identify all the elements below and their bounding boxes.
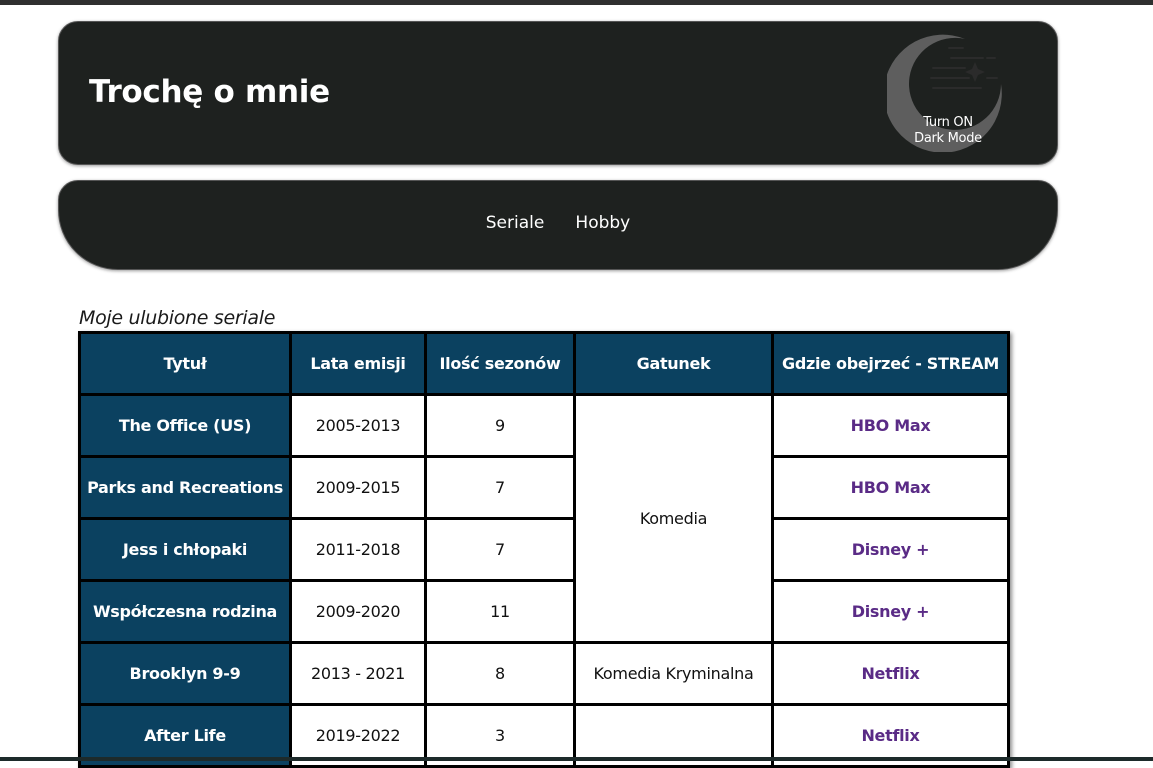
table-row: Współczesna rodzina 2009-2020 11 Disney … [78, 579, 1010, 644]
stream-cell: HBO Max [771, 455, 1010, 520]
table-header-row: Tytuł Lata emisji Ilość sezonów Gatunek … [78, 331, 1010, 396]
series-years: 2013 - 2021 [289, 641, 427, 706]
browser-top-strip [0, 0, 1153, 5]
stream-link[interactable]: HBO Max [851, 416, 931, 435]
series-title: Współczesna rodzina [78, 579, 292, 644]
main-nav: Seriale Hobby [58, 180, 1058, 270]
column-header-years: Lata emisji [289, 331, 427, 396]
series-years: 2005-2013 [289, 393, 427, 458]
table-row: Parks and Recreations 2009-2015 7 HBO Ma… [78, 455, 1010, 520]
column-header-seasons: Ilość sezonów [424, 331, 576, 396]
column-header-title: Tytuł [78, 331, 292, 396]
nav-links: Seriale Hobby [59, 213, 1057, 233]
stream-cell: Disney + [771, 517, 1010, 582]
page-title: Trochę o mnie [89, 74, 330, 110]
dark-mode-label-line1: Turn ON [923, 115, 973, 130]
table-caption: Moje ulubione seriale [79, 307, 276, 329]
table-row: The Office (US) 2005-2013 9 Komedia HBO … [78, 393, 1010, 644]
series-title: The Office (US) [78, 393, 292, 458]
table-row: Jess i chłopaki 2011-2018 7 Disney + [78, 517, 1010, 582]
stream-link[interactable]: Netflix [861, 664, 919, 683]
taskbar-strip [0, 757, 1153, 761]
column-header-stream: Gdzie obejrzeć - STREAM [771, 331, 1010, 396]
stream-cell: HBO Max [771, 393, 1010, 458]
series-seasons: 7 [424, 517, 576, 582]
series-seasons: 8 [424, 641, 576, 706]
column-header-genre: Gatunek [573, 331, 774, 396]
series-seasons: 11 [424, 579, 576, 644]
series-years: 2009-2020 [289, 579, 427, 644]
dark-mode-toggle[interactable]: Turn ON Dark Mode [887, 32, 1009, 152]
stream-link[interactable]: HBO Max [851, 478, 931, 497]
series-title: Brooklyn 9-9 [78, 641, 292, 706]
series-table: Tytuł Lata emisji Ilość sezonów Gatunek … [78, 331, 1010, 768]
site-header: Trochę o mnie Turn ON Dark Mode [58, 21, 1058, 165]
series-seasons: 9 [424, 393, 576, 458]
nav-link-seriale[interactable]: Seriale [486, 213, 545, 233]
table-row: Brooklyn 9-9 2013 - 2021 8 Komedia Krymi… [78, 641, 1010, 706]
nav-link-hobby[interactable]: Hobby [575, 213, 630, 233]
stream-link[interactable]: Disney + [852, 602, 930, 621]
stream-link[interactable]: Disney + [852, 540, 930, 559]
stream-cell: Disney + [771, 579, 1010, 644]
series-title: Parks and Recreations [78, 455, 292, 520]
series-genre: Komedia [573, 393, 774, 644]
series-years: 2011-2018 [289, 517, 427, 582]
series-years: 2009-2015 [289, 455, 427, 520]
stream-cell: Netflix [771, 641, 1010, 706]
series-title: Jess i chłopaki [78, 517, 292, 582]
series-genre: Komedia Kryminalna [573, 641, 774, 706]
dark-mode-label: Turn ON Dark Mode [887, 115, 1009, 147]
dark-mode-label-line2: Dark Mode [914, 131, 982, 146]
series-seasons: 7 [424, 455, 576, 520]
stream-link[interactable]: Netflix [861, 726, 919, 745]
